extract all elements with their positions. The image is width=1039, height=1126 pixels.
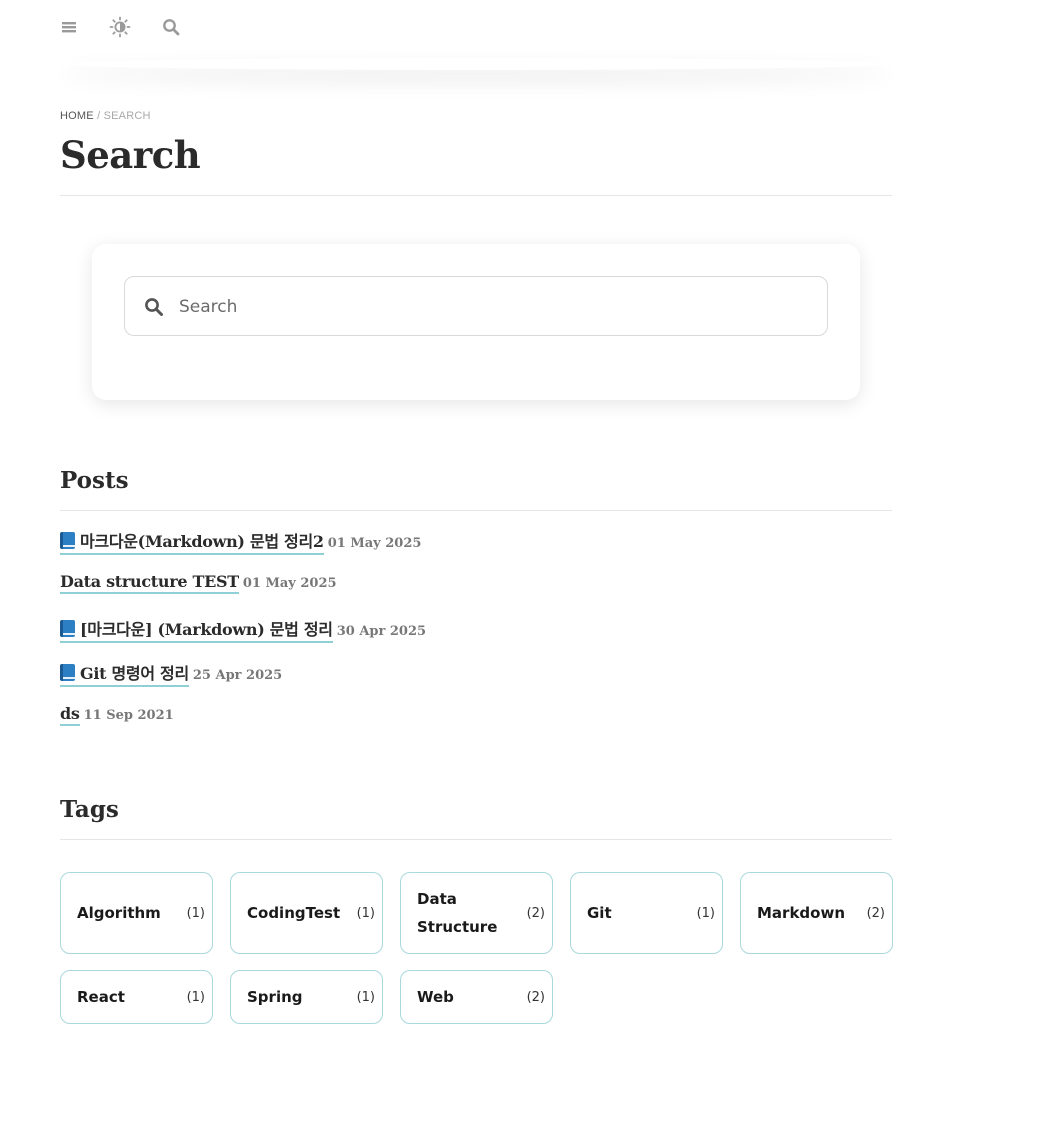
list-item: Data structure TEST 01 May 2025 <box>60 572 892 616</box>
search-icon[interactable] <box>160 16 182 38</box>
tag-name: React <box>77 988 125 1006</box>
list-item: 마크다운(Markdown) 문법 정리2 01 May 2025 <box>60 528 892 572</box>
tag-codingtest[interactable]: CodingTest (1) <box>230 872 383 954</box>
tag-count: (2) <box>866 905 885 921</box>
top-navigation-bar <box>0 0 892 67</box>
posts-heading: Posts <box>60 467 129 494</box>
tag-data-structure[interactable]: Data Structure (2) <box>400 872 553 954</box>
tag-count: (2) <box>526 905 545 921</box>
list-item: [마크다운] (Markdown) 문법 정리 30 Apr 2025 <box>60 616 892 660</box>
tag-algorithm[interactable]: Algorithm (1) <box>60 872 213 954</box>
post-title: ds <box>60 704 80 723</box>
breadcrumb-separator: / <box>97 110 101 122</box>
posts-list: 마크다운(Markdown) 문법 정리2 01 May 2025 Data s… <box>60 528 892 748</box>
search-input-icon <box>143 296 165 318</box>
post-date: 30 Apr 2025 <box>336 624 427 639</box>
search-card <box>92 244 860 400</box>
posts-divider <box>60 510 892 511</box>
post-title: Git 명령어 정리 <box>80 664 189 683</box>
tag-count: (1) <box>356 989 375 1005</box>
post-link[interactable]: Data structure TEST <box>60 572 239 594</box>
tag-name: Spring <box>247 988 303 1006</box>
post-date: 01 May 2025 <box>327 536 422 551</box>
post-date: 25 Apr 2025 <box>192 668 283 683</box>
post-date: 01 May 2025 <box>242 576 337 591</box>
tag-name: CodingTest <box>247 904 341 922</box>
theme-toggle-icon[interactable] <box>109 16 131 38</box>
tag-markdown[interactable]: Markdown (2) <box>740 872 893 954</box>
tag-react[interactable]: React (1) <box>60 970 213 1024</box>
post-title: [마크다운] (Markdown) 문법 정리 <box>80 620 333 639</box>
tag-name: Data Structure <box>417 890 498 936</box>
post-link[interactable]: [마크다운] (Markdown) 문법 정리 <box>60 616 333 643</box>
post-link[interactable]: 마크다운(Markdown) 문법 정리2 <box>60 528 324 555</box>
tag-git[interactable]: Git (1) <box>570 872 723 954</box>
tag-count: (1) <box>186 905 205 921</box>
post-title: 마크다운(Markdown) 문법 정리2 <box>80 532 324 551</box>
tag-count: (1) <box>356 905 375 921</box>
book-icon <box>60 532 75 549</box>
list-item: ds 11 Sep 2021 <box>60 704 892 748</box>
tags-heading: Tags <box>60 796 119 823</box>
tag-count: (1) <box>696 905 715 921</box>
breadcrumb: HOME / SEARCH <box>60 110 151 122</box>
search-box[interactable] <box>124 276 828 336</box>
book-icon <box>60 620 75 637</box>
tags-divider <box>60 839 892 840</box>
page-title: Search <box>60 133 201 177</box>
post-date: 11 Sep 2021 <box>83 708 174 723</box>
list-item: Git 명령어 정리 25 Apr 2025 <box>60 660 892 704</box>
search-input[interactable] <box>179 287 799 327</box>
post-link[interactable]: ds <box>60 704 80 726</box>
tag-name: Web <box>417 988 454 1006</box>
topbar-shadow <box>60 58 892 70</box>
post-link[interactable]: Git 명령어 정리 <box>60 660 189 687</box>
breadcrumb-home-link[interactable]: HOME <box>60 110 94 122</box>
tag-spring[interactable]: Spring (1) <box>230 970 383 1024</box>
menu-icon[interactable] <box>58 16 80 38</box>
tag-name: Markdown <box>757 904 846 922</box>
tag-count: (2) <box>526 989 545 1005</box>
tag-name: Git <box>587 904 612 922</box>
breadcrumb-current: SEARCH <box>103 110 151 122</box>
tag-name: Algorithm <box>77 904 161 922</box>
tag-count: (1) <box>186 989 205 1005</box>
post-title: Data structure TEST <box>60 572 239 591</box>
book-icon <box>60 664 75 681</box>
tag-web[interactable]: Web (2) <box>400 970 553 1024</box>
tags-grid: Algorithm (1) CodingTest (1) Data Struct… <box>60 872 893 1024</box>
title-divider <box>60 195 892 196</box>
